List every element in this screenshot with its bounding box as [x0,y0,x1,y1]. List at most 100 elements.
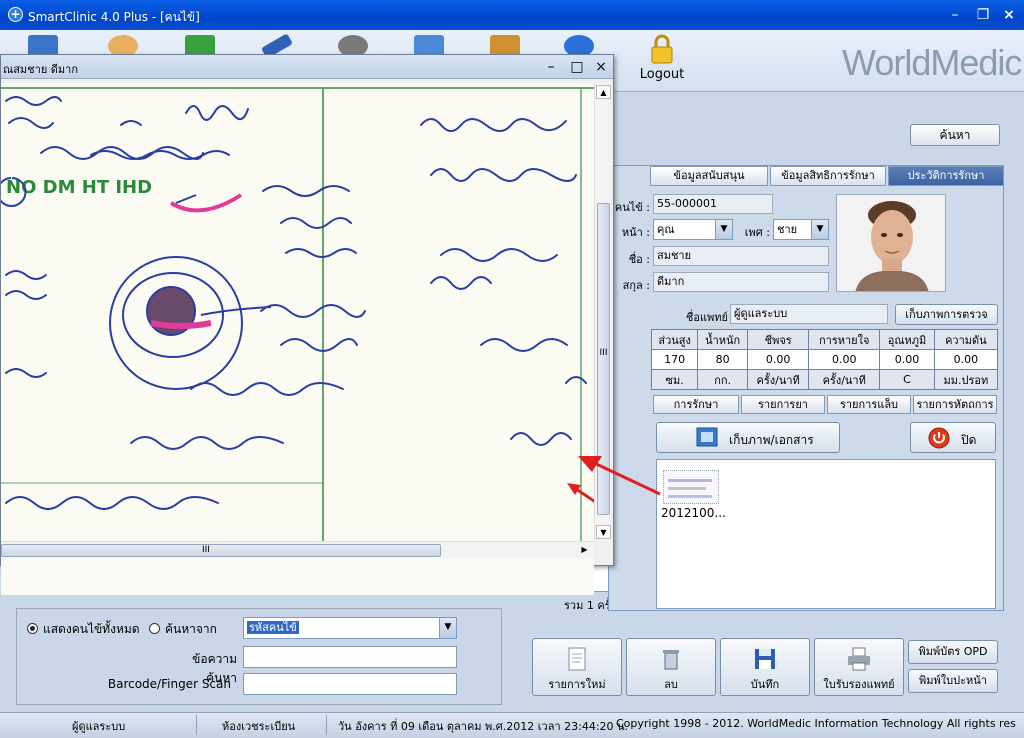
barcode-input[interactable] [243,673,457,695]
delete-button[interactable]: ลบ [626,638,716,696]
scroll-down-icon[interactable]: ▼ [596,525,611,539]
viewer-titlebar[interactable]: ณสมชาย ดีมาก – □ × [1,55,613,79]
viewer-title: ณสมชาย ดีมาก [3,63,78,76]
vital-unit: C [879,369,935,390]
viewer-maximize-button[interactable]: □ [567,57,587,77]
search-panel: แสดงคนไข้ทั้งหมด ค้นหาจาก รหัสคนไข้ ▼ ข้… [16,608,502,705]
show-all-radio[interactable] [27,623,38,634]
tab-rights-info[interactable]: ข้อมูลสิทธิการรักษา [770,166,886,186]
height-value[interactable]: 170 [650,349,699,370]
close-button[interactable]: × [998,4,1020,26]
annotation-arrow-icon [578,456,661,496]
printer-icon [848,647,870,671]
scroll-right-icon[interactable]: ▶ [577,543,592,557]
app-icon: + [8,7,23,22]
firstname-field[interactable]: สมชาย [653,246,829,266]
vital-header: การหายใจ [808,329,881,350]
document-gallery: 2012100... [656,459,996,609]
vital-unit: กก. [697,369,749,390]
new-document-icon [568,647,586,671]
document-thumbnail[interactable] [663,470,719,504]
status-datetime: วัน อังคาร ที่ 09 เดือน ตุลาคม พ.ศ.2012 … [338,720,629,733]
close-panel-label: ปิด [961,433,977,447]
vital-header: ชีพจร [747,329,810,350]
tab-support-info[interactable]: ข้อมูลสนับสนุน [650,166,768,186]
power-icon [928,427,950,449]
image-viewer-window[interactable]: ณสมชาย ดีมาก – □ × NO DM HT IHD ▲ III ▼ … [0,54,614,595]
save-label: บันทึก [750,678,780,691]
patient-photo-image [837,195,945,291]
hn-field[interactable]: 55-000001 [653,194,773,214]
print-cover-button[interactable]: พิมพ์ใบปะหน้า [908,669,998,693]
tab-treatment-history[interactable]: ประวัติการรักษา [888,166,1004,186]
vital-unit: ครั้ง/นาที [747,369,810,390]
chevron-down-icon[interactable]: ▼ [811,220,828,239]
pressure-value[interactable]: 0.00 [933,349,999,370]
status-room: ห้องเวชระเบียน [222,720,296,733]
document-label: 2012100... [661,506,726,520]
search-field-value: รหัสคนไข้ [247,621,299,634]
capture-exam-button[interactable]: เก็บภาพการตรวจ [895,304,998,325]
pulse-value[interactable]: 0.00 [747,349,810,370]
sex-value: ชาย [777,223,798,236]
minimize-button[interactable]: – [944,4,966,26]
new-record-button[interactable]: รายการใหม่ [532,638,622,696]
handwritten-chart-image: NO DM HT IHD [1,83,594,543]
doctor-field[interactable]: ผู้ดูแลระบบ [730,304,888,324]
gallery-icon [696,427,718,447]
sex-select[interactable]: ชาย ▼ [773,219,829,240]
patient-photo [836,194,946,292]
floppy-icon [755,649,775,669]
vital-header: น้ำหนัก [697,329,749,350]
store-document-label: เก็บภาพ/เอกสาร [729,433,814,447]
chevron-down-icon[interactable]: ▼ [439,618,456,638]
vital-header: อุณหภูมิ [879,329,935,350]
show-all-label: แสดงคนไข้ทั้งหมด [43,622,140,636]
close-panel-button[interactable]: ปิด [910,422,996,453]
hn-label: คนไข้ : [614,201,650,214]
temperature-value[interactable]: 0.00 [879,349,935,370]
logout-label: Logout [639,67,685,82]
vitals-table: ส่วนสูง น้ำหนัก ชีพจร การหายใจ อุณหภูมิ … [650,329,999,390]
chevron-down-icon[interactable]: ▼ [715,220,732,239]
status-user: ผู้ดูแลระบบ [72,720,126,733]
chart-note-green: NO DM HT IHD [6,177,152,198]
prefix-select[interactable]: คุณ ▼ [653,219,733,240]
prefix-label: หน้า : [621,226,650,239]
tab-medication[interactable]: รายการยา [741,395,825,414]
tab-procedure[interactable]: รายการหัตถการ [913,395,997,414]
doctor-label: ชื่อแพทย์ [685,311,728,324]
main-titlebar: + SmartClinic 4.0 Plus - [คนไข้] – ❐ × [0,0,1024,30]
sex-label: เพศ : [744,226,770,239]
medical-certificate-button[interactable]: ใบรับรองแพทย์ [814,638,904,696]
viewer-minimize-button[interactable]: – [541,57,561,77]
viewer-horizontal-scrollbar[interactable]: III ▶ [1,541,594,558]
tab-lab[interactable]: รายการแล็บ [827,395,911,414]
weight-value[interactable]: 80 [697,349,749,370]
lastname-field[interactable]: ดีมาก [653,272,829,292]
restore-button[interactable]: ❐ [972,4,994,26]
save-button[interactable]: บันทึก [720,638,810,696]
search-from-radio[interactable] [149,623,160,634]
keyword-input[interactable] [243,646,457,668]
barcode-label: Barcode/Finger Scan [107,677,231,691]
logout-button[interactable]: Logout [636,34,688,90]
viewer-close-button[interactable]: × [591,57,611,77]
vital-header: ส่วนสูง [650,329,699,350]
scroll-up-icon[interactable]: ▲ [596,85,611,99]
respiration-value[interactable]: 0.00 [808,349,881,370]
brand-logo: WorldMedic [842,42,1022,83]
firstname-label: ชื่อ : [628,253,650,266]
search-from-label: ค้นหาจาก [165,622,217,636]
tab-treatment[interactable]: การรักษา [653,395,739,414]
new-record-label: รายการใหม่ [548,678,606,691]
vital-unit: มม.ปรอท [933,369,999,390]
print-opd-button[interactable]: พิมพ์บัตร OPD [908,640,998,664]
store-document-button[interactable]: เก็บภาพ/เอกสาร [656,422,840,453]
horizontal-scroll-thumb[interactable]: III [1,544,441,557]
search-button[interactable]: ค้นหา [910,124,1000,146]
delete-label: ลบ [664,678,678,691]
horizontal-scroll-grip: III [202,545,210,555]
search-field-select[interactable]: รหัสคนไข้ ▼ [243,617,457,639]
medical-certificate-label: ใบรับรองแพทย์ [823,678,895,691]
